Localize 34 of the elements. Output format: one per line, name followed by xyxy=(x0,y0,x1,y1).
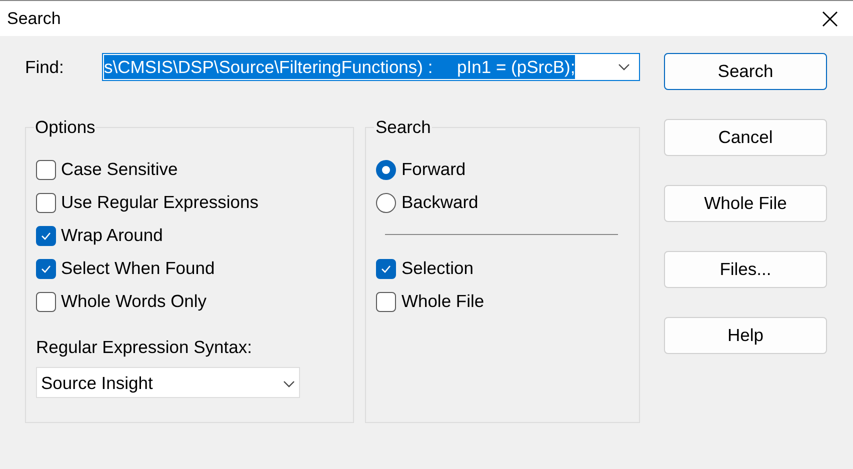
find-label: Find: xyxy=(25,56,65,79)
checkbox-label: Whole Words Only xyxy=(61,290,207,314)
checkbox-label: Wrap Around xyxy=(61,224,163,248)
find-field[interactable]: s\CMSIS\DSP\Source\FilteringFunctions) : pIn1 = (pSrcB); xyxy=(102,53,640,81)
checkbox-label: Selection xyxy=(401,257,474,280)
dropdown-caret-icon[interactable] xyxy=(618,63,630,71)
check-icon xyxy=(380,264,392,274)
caret-icon[interactable] xyxy=(283,380,295,388)
check-icon xyxy=(40,230,52,240)
checkbox-label: Case Sensitive xyxy=(61,158,178,182)
close-icon xyxy=(822,10,838,26)
window-title: Search xyxy=(7,8,61,30)
radio-button[interactable] xyxy=(376,160,396,180)
dialog-button[interactable]: Search xyxy=(664,53,827,90)
checkbox[interactable] xyxy=(36,160,56,180)
radio-label: Forward xyxy=(401,158,466,182)
checkbox[interactable] xyxy=(36,292,56,312)
check-icon xyxy=(40,264,52,274)
checkbox[interactable] xyxy=(36,226,56,246)
radio-button[interactable] xyxy=(376,192,396,212)
checkbox[interactable] xyxy=(376,258,396,278)
dialog-button[interactable]: Help xyxy=(664,317,827,354)
checkbox[interactable] xyxy=(376,292,396,312)
syntax-dropdown[interactable]: Source Insight xyxy=(36,367,300,398)
radio-label: Backward xyxy=(401,191,478,214)
syntax-label: Regular Expression Syntax: xyxy=(36,336,253,359)
dialog-button[interactable]: Files... xyxy=(664,251,827,288)
checkbox[interactable] xyxy=(36,258,56,278)
dialog-button[interactable]: Cancel xyxy=(664,119,827,156)
checkbox-label: Whole File xyxy=(401,290,484,314)
checkbox-label: Use Regular Expressions xyxy=(61,191,258,214)
checkbox-label: Select When Found xyxy=(61,257,215,280)
dialog-button[interactable]: Whole File xyxy=(664,185,827,222)
checkbox[interactable] xyxy=(36,192,56,212)
